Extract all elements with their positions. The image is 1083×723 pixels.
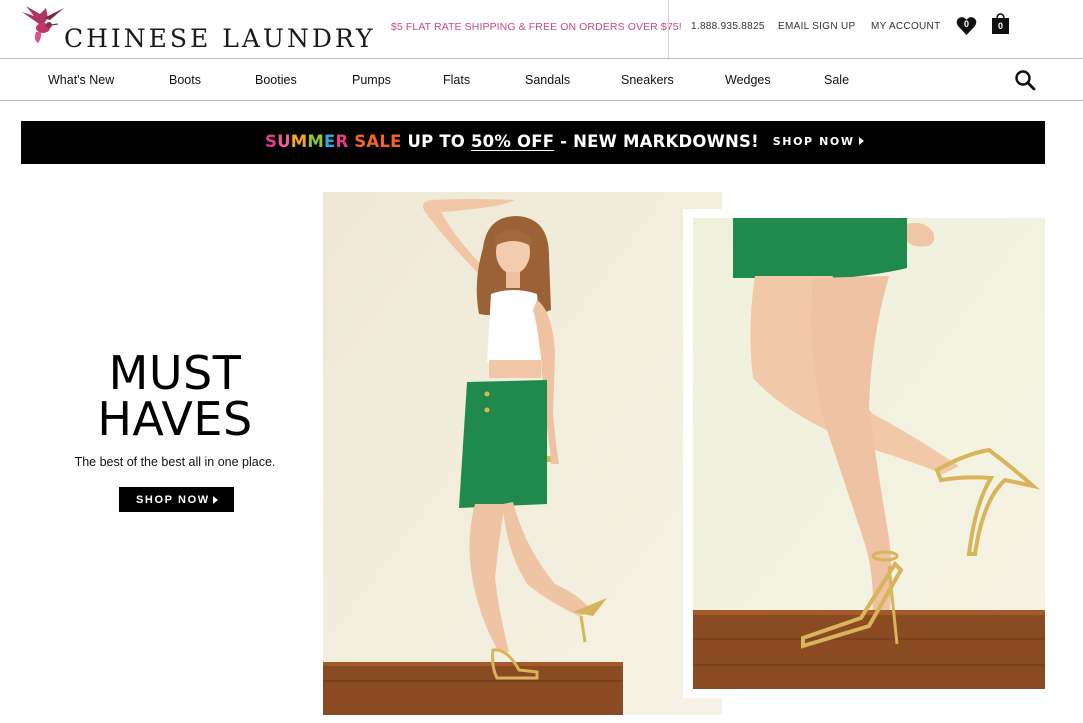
green-skirt bbox=[733, 218, 907, 278]
nav-booties[interactable]: Booties bbox=[255, 73, 297, 87]
hero-shop-now-button[interactable]: SHOP NOW bbox=[119, 487, 234, 512]
summer-sale-banner[interactable]: SUMMER SALE UP TO 50% OFF - NEW MARKDOWN… bbox=[21, 121, 1045, 164]
cart-button[interactable]: 0 bbox=[991, 13, 1010, 35]
summer-letter: R bbox=[335, 132, 349, 151]
summer-word: SUMMER bbox=[265, 132, 348, 151]
summer-letter: E bbox=[323, 132, 336, 151]
hero-title-line1: MUST bbox=[108, 346, 242, 400]
nav-whats-new[interactable]: What's New bbox=[48, 73, 114, 87]
banner-new-markdowns: - NEW MARKDOWNS! bbox=[560, 132, 759, 151]
wishlist-count: 0 bbox=[963, 19, 969, 29]
nav-wedges[interactable]: Wedges bbox=[725, 73, 771, 87]
banner-shop-now: SHOP NOW bbox=[773, 135, 864, 148]
green-skirt bbox=[459, 380, 547, 508]
summer-letter: M bbox=[307, 132, 324, 151]
main-nav: What's New Boots Booties Pumps Flats San… bbox=[0, 58, 1083, 101]
nav-flats[interactable]: Flats bbox=[443, 73, 470, 87]
hero-subtitle: The best of the best all in one place. bbox=[74, 455, 276, 469]
brand-logo[interactable]: CHINESE LAUNDRY bbox=[20, 4, 372, 54]
hero-title: MUST HAVES bbox=[20, 350, 330, 442]
caret-right-icon bbox=[213, 496, 218, 504]
sale-word: SALE bbox=[354, 132, 402, 151]
wood-table bbox=[323, 662, 623, 715]
legs-illustration bbox=[693, 218, 1045, 689]
cart-count: 0 bbox=[997, 21, 1003, 31]
summer-letter: M bbox=[290, 132, 308, 151]
summer-letter: U bbox=[277, 132, 291, 151]
email-signup-link[interactable]: EMAIL SIGN UP bbox=[778, 21, 855, 32]
header-divider bbox=[668, 0, 669, 58]
banner-text: SUMMER SALE UP TO 50% OFF - NEW MARKDOWN… bbox=[265, 132, 864, 151]
banner-percent-off: 50% OFF bbox=[470, 132, 555, 151]
summer-letter: S bbox=[265, 132, 278, 151]
hummingbird-logo-icon bbox=[22, 6, 64, 43]
search-icon bbox=[1015, 70, 1036, 91]
shipping-promo[interactable]: $5 FLAT RATE SHIPPING & FREE ON ORDERS O… bbox=[391, 21, 682, 33]
model-illustration bbox=[323, 192, 722, 715]
wishlist-button[interactable]: 0 bbox=[956, 15, 977, 37]
legs-photo[interactable] bbox=[693, 218, 1045, 689]
nav-sneakers[interactable]: Sneakers bbox=[621, 73, 674, 87]
search-button[interactable] bbox=[1014, 69, 1036, 91]
phone-link[interactable]: 1.888.935.8825 bbox=[691, 21, 765, 32]
nav-sale[interactable]: Sale bbox=[824, 73, 849, 87]
top-header: CHINESE LAUNDRY $5 FLAT RATE SHIPPING & … bbox=[0, 0, 1083, 58]
nav-boots[interactable]: Boots bbox=[169, 73, 201, 87]
model-photo[interactable] bbox=[323, 192, 722, 715]
hero-shop-now-label: SHOP NOW bbox=[136, 494, 210, 506]
banner-shop-now-label: SHOP NOW bbox=[772, 135, 855, 148]
hero-title-line2: HAVES bbox=[97, 392, 253, 446]
wood-table bbox=[693, 610, 1045, 689]
my-account-link[interactable]: MY ACCOUNT bbox=[871, 21, 941, 32]
brand-name: CHINESE LAUNDRY bbox=[64, 24, 376, 53]
caret-right-icon bbox=[858, 137, 864, 145]
nav-sandals[interactable]: Sandals bbox=[525, 73, 570, 87]
nav-pumps[interactable]: Pumps bbox=[352, 73, 391, 87]
banner-up-to: UP TO bbox=[407, 132, 466, 151]
